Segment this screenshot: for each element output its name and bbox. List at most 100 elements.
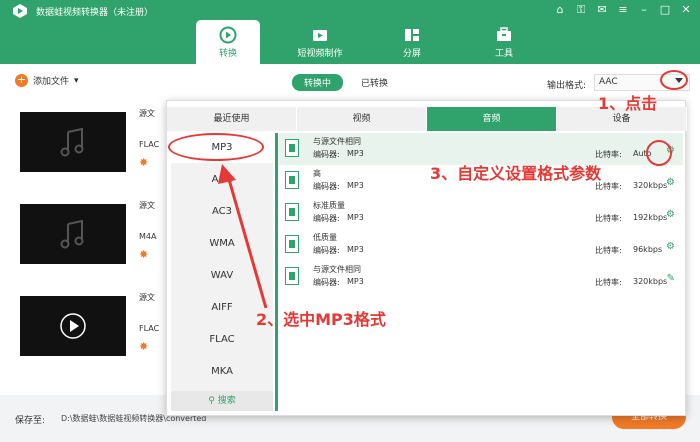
menu-icon[interactable]: ≡ xyxy=(617,4,629,16)
play-icon[interactable] xyxy=(58,311,88,341)
search-label: 搜索 xyxy=(217,396,236,406)
seg-converting[interactable]: 转换中 xyxy=(292,74,344,91)
music-note-icon xyxy=(60,219,84,249)
file-source-label: 源文 xyxy=(139,293,155,302)
bitrate-value: 320kbps xyxy=(633,277,668,286)
quality-name: 与源文件相同 xyxy=(313,137,361,146)
tab-convert-label: 转换 xyxy=(218,49,237,59)
edit-star-icon[interactable]: ✸ xyxy=(139,340,148,353)
tab-audio[interactable]: 音频 xyxy=(427,107,557,131)
convert-icon xyxy=(219,26,237,44)
quality-row[interactable]: 低质量 编码器: MP3 比特率: 96kbps ⚙ xyxy=(279,229,683,261)
bitrate-label: 比特率: xyxy=(595,214,622,223)
encoder-label: 编码器: xyxy=(313,278,340,287)
close-icon[interactable]: ✕ xyxy=(680,4,692,16)
split-screen-icon xyxy=(405,29,419,41)
file-source-label: 源文 xyxy=(139,201,155,210)
app-title: 数据蛙视频转换器（未注册） xyxy=(36,8,154,18)
edit-icon[interactable]: ✎ xyxy=(667,273,675,284)
annotation-circle-gear xyxy=(646,140,672,166)
file-format: M4A xyxy=(139,232,157,241)
chat-icon[interactable]: ✉ xyxy=(596,4,608,16)
gear-icon[interactable]: ⚙ xyxy=(666,177,675,188)
file-thumbnail xyxy=(20,112,126,172)
main-tabs: 转换 短视频制作 分屏 工具 xyxy=(196,20,564,64)
tab-short-video-label: 短视频制作 xyxy=(297,49,343,59)
plus-icon: + xyxy=(15,73,28,87)
quality-name: 与源文件相同 xyxy=(313,265,361,274)
file-item[interactable]: 源文 M4A ✸ xyxy=(0,190,170,282)
encoder-value: MP3 xyxy=(347,181,364,190)
save-to-label: 保存至: xyxy=(15,416,46,426)
bitrate-label: 比特率: xyxy=(595,150,622,159)
tab-split-screen-label: 分屏 xyxy=(402,49,421,59)
file-thumbnail xyxy=(20,204,126,264)
annotation-step1: 1、点击 xyxy=(598,94,658,113)
edit-star-icon[interactable]: ✸ xyxy=(139,156,148,169)
quality-name: 标准质量 xyxy=(313,201,345,210)
encoder-label: 编码器: xyxy=(313,214,340,223)
quality-row[interactable]: 标准质量 编码器: MP3 比特率: 192kbps ⚙ xyxy=(279,197,683,229)
music-note-icon xyxy=(60,127,84,157)
file-item[interactable]: 源文 FLAC ✸ xyxy=(0,98,170,190)
app-logo-icon xyxy=(13,4,27,18)
format-item-aac[interactable]: AAC xyxy=(171,165,273,195)
file-thumbnail xyxy=(20,296,126,356)
panel-divider xyxy=(275,133,278,411)
annotation-step3: 3、自定义设置格式参数 xyxy=(430,164,602,183)
tab-convert[interactable]: 转换 xyxy=(196,20,260,64)
format-item-mka[interactable]: MKA xyxy=(171,357,273,387)
key-icon[interactable]: ⚿ xyxy=(575,4,587,16)
toolbar: + 添加文件 ▾ 转换中 已转换 输出格式: AAC xyxy=(0,64,700,98)
tab-recent[interactable]: 最近使用 xyxy=(167,107,297,131)
quality-high-icon xyxy=(285,171,299,189)
format-item-wav[interactable]: WAV xyxy=(171,261,273,291)
window-controls: ⌂ ⚿ ✉ ≡ – □ ✕ xyxy=(554,4,692,16)
tab-short-video[interactable]: 短视频制作 xyxy=(288,20,352,64)
gear-icon[interactable]: ⚙ xyxy=(666,241,675,252)
quality-user-icon xyxy=(285,267,299,285)
status-segment: 转换中 已转换 xyxy=(292,74,398,91)
quality-standard-icon xyxy=(285,203,299,221)
app-header: 数据蛙视频转换器（未注册） ⌂ ⚿ ✉ ≡ – □ ✕ 转换 短视频制作 分屏 … xyxy=(0,0,700,64)
toolbox-icon xyxy=(497,27,511,41)
encoder-value: MP3 xyxy=(347,245,364,254)
quality-name: 高 xyxy=(313,169,321,178)
bitrate-value: 320kbps xyxy=(633,181,668,190)
encoder-label: 编码器: xyxy=(313,246,340,255)
tab-tools[interactable]: 工具 xyxy=(472,20,536,64)
quality-row[interactable]: 与源文件相同 编码器: MP3 比特率: 320kbps ✎ xyxy=(279,261,683,293)
file-format: FLAC xyxy=(139,140,160,149)
encoder-value: MP3 xyxy=(347,149,364,158)
chevron-down-icon: ▾ xyxy=(74,75,79,86)
encoder-value: MP3 xyxy=(347,277,364,286)
bitrate-label: 比特率: xyxy=(595,246,622,255)
file-item[interactable]: 源文 FLAC ✸ xyxy=(0,282,170,374)
tab-split-screen[interactable]: 分屏 xyxy=(380,20,444,64)
annotation-step2: 2、选中MP3格式 xyxy=(256,310,386,329)
annotation-circle-dropdown xyxy=(660,70,688,90)
tab-video[interactable]: 视频 xyxy=(297,107,427,131)
minimize-icon[interactable]: – xyxy=(638,4,650,16)
file-format: FLAC xyxy=(139,324,160,333)
quality-name: 低质量 xyxy=(313,233,337,242)
format-item-ac3[interactable]: AC3 xyxy=(171,197,273,227)
tab-tools-label: 工具 xyxy=(494,49,513,59)
bitrate-value: 96kbps xyxy=(633,245,663,254)
search-button[interactable]: ⚲ 搜索 xyxy=(171,391,273,411)
add-file-label: 添加文件 xyxy=(33,77,70,87)
add-file-button[interactable]: + 添加文件 ▾ xyxy=(15,74,79,87)
bitrate-value: 192kbps xyxy=(633,213,668,222)
quality-file-icon xyxy=(285,139,299,157)
bitrate-label: 比特率: xyxy=(595,278,622,287)
quality-low-icon xyxy=(285,235,299,253)
output-format-label: 输出格式: xyxy=(547,81,587,91)
encoder-value: MP3 xyxy=(347,213,364,222)
output-format-value: AAC xyxy=(599,77,618,87)
seg-converted[interactable]: 已转换 xyxy=(351,74,398,91)
cart-icon[interactable]: ⌂ xyxy=(554,4,566,16)
gear-icon[interactable]: ⚙ xyxy=(666,209,675,220)
format-item-wma[interactable]: WMA xyxy=(171,229,273,259)
maximize-icon[interactable]: □ xyxy=(659,4,671,16)
edit-star-icon[interactable]: ✸ xyxy=(139,248,148,261)
